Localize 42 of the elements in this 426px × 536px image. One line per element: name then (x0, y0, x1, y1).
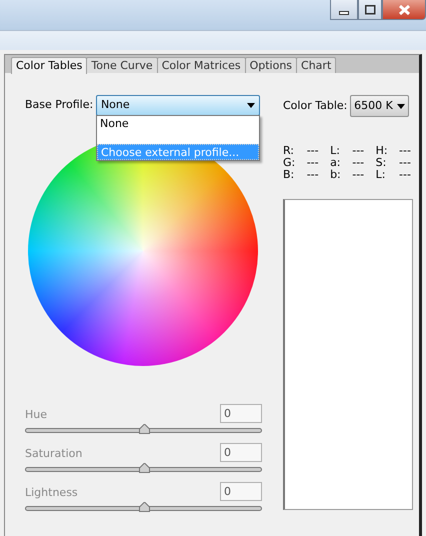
close-icon (398, 4, 410, 14)
tab[interactable]: Color Matrices (156, 57, 246, 73)
field-label: Base Profile: (25, 97, 94, 114)
caret-icon (396, 104, 405, 108)
slider-label: Lightness (25, 484, 78, 500)
slider-label: Saturation (25, 446, 82, 462)
caret-icon (246, 103, 255, 108)
readout-value: --- (352, 169, 364, 181)
slider[interactable] (25, 462, 262, 474)
tab[interactable]: Chart (296, 57, 336, 73)
readout-value: --- (399, 169, 411, 181)
tab[interactable]: Options (244, 57, 298, 73)
readout-label: H: (376, 145, 388, 157)
readout-label: b: (330, 169, 341, 181)
readout-label: G: (283, 157, 296, 169)
readout-value: --- (352, 145, 364, 157)
readout-value: --- (399, 145, 411, 157)
readout-label: L: (376, 169, 386, 181)
slider[interactable] (25, 423, 262, 435)
readout-value: --- (306, 157, 319, 169)
maximize-button[interactable] (358, 0, 382, 20)
tab[interactable]: Tone Curve (86, 57, 158, 73)
minimize-icon (339, 10, 349, 14)
minimize-button[interactable] (330, 0, 358, 20)
tab[interactable]: Color Tables (11, 57, 88, 74)
readout-value: --- (399, 157, 411, 169)
close-button[interactable] (382, 0, 426, 20)
maximize-icon (364, 4, 376, 14)
readout-value: --- (306, 145, 319, 157)
color-table-dropdown[interactable]: 6500 K (350, 95, 409, 117)
readout-label: B: (283, 169, 296, 181)
readout-value: --- (306, 169, 319, 181)
readout-label: a: (330, 157, 341, 169)
readout-label: R: (283, 145, 296, 157)
dropdown-option[interactable]: None (97, 116, 259, 132)
profile-dropdown[interactable]: None (96, 95, 260, 116)
readout-value: --- (352, 157, 364, 169)
readout-label: L: (330, 145, 341, 157)
slider-label: Hue (25, 406, 48, 422)
slider[interactable] (25, 501, 262, 513)
field-label: Color Table: (283, 98, 348, 114)
readout-label: S: (376, 157, 388, 169)
